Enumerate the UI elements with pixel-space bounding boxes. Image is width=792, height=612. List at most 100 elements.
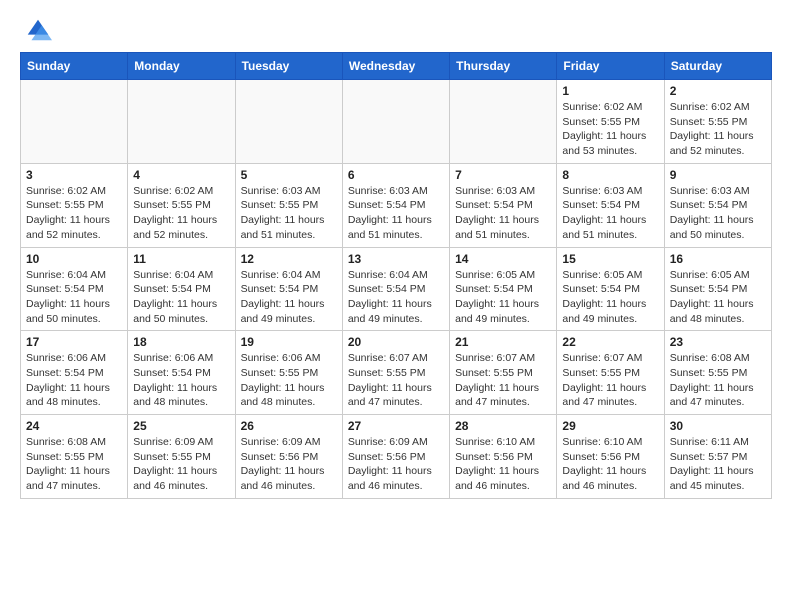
calendar-day-cell: 24 Sunrise: 6:08 AM Sunset: 5:55 PM Dayli… — [21, 415, 128, 499]
calendar-day-cell: 19 Sunrise: 6:06 AM Sunset: 5:55 PM Dayli… — [235, 331, 342, 415]
calendar-day-cell: 26Sunrise: 6:09 AM Sunset: 5:56 PM Dayli… — [235, 415, 342, 499]
day-info: Sunrise: 6:04 AM Sunset: 5:54 PM Dayligh… — [241, 268, 337, 327]
page: SundayMondayTuesdayWednesdayThursdayFrid… — [0, 0, 792, 515]
day-info: Sunrise: 6:03 AM Sunset: 5:55 PM Dayligh… — [241, 184, 337, 243]
day-info: Sunrise: 6:10 AM Sunset: 5:56 PM Dayligh… — [562, 435, 658, 494]
day-number: 17 — [26, 335, 122, 349]
calendar-week-row: 17 Sunrise: 6:06 AM Sunset: 5:54 PM Dayli… — [21, 331, 772, 415]
day-info: Sunrise: 6:11 AM Sunset: 5:57 PM Dayligh… — [670, 435, 766, 494]
day-info: Sunrise: 6:05 AM Sunset: 5:54 PM Dayligh… — [670, 268, 766, 327]
calendar-day-cell: 13 Sunrise: 6:04 AM Sunset: 5:54 PM Dayli… — [342, 247, 449, 331]
weekday-header: Thursday — [450, 53, 557, 80]
calendar-day-cell: 10 Sunrise: 6:04 AM Sunset: 5:54 PM Dayli… — [21, 247, 128, 331]
calendar-day-cell: 27 Sunrise: 6:09 AM Sunset: 5:56 PM Dayli… — [342, 415, 449, 499]
day-number: 28 — [455, 419, 551, 433]
calendar-day-cell: 25 Sunrise: 6:09 AM Sunset: 5:55 PM Dayli… — [128, 415, 235, 499]
logo — [20, 16, 52, 44]
day-number: 29 — [562, 419, 658, 433]
day-number: 1 — [562, 84, 658, 98]
calendar-day-cell: 1 Sunrise: 6:02 AM Sunset: 5:55 PM Daylig… — [557, 80, 664, 164]
day-number: 14 — [455, 252, 551, 266]
calendar-day-cell: 2Sunrise: 6:02 AM Sunset: 5:55 PM Daylig… — [664, 80, 771, 164]
day-number: 22 — [562, 335, 658, 349]
calendar-week-row: 24 Sunrise: 6:08 AM Sunset: 5:55 PM Dayli… — [21, 415, 772, 499]
day-info: Sunrise: 6:09 AM Sunset: 5:56 PM Dayligh… — [348, 435, 444, 494]
logo-icon — [24, 16, 52, 44]
day-info: Sunrise: 6:03 AM Sunset: 5:54 PM Dayligh… — [670, 184, 766, 243]
day-info: Sunrise: 6:05 AM Sunset: 5:54 PM Dayligh… — [562, 268, 658, 327]
calendar-day-cell — [128, 80, 235, 164]
calendar-week-row: 10 Sunrise: 6:04 AM Sunset: 5:54 PM Dayli… — [21, 247, 772, 331]
day-number: 27 — [348, 419, 444, 433]
calendar-day-cell: 11 Sunrise: 6:04 AM Sunset: 5:54 PM Dayli… — [128, 247, 235, 331]
calendar-week-row: 3 Sunrise: 6:02 AM Sunset: 5:55 PM Daylig… — [21, 163, 772, 247]
day-number: 24 — [26, 419, 122, 433]
calendar-day-cell: 14 Sunrise: 6:05 AM Sunset: 5:54 PM Dayli… — [450, 247, 557, 331]
day-info: Sunrise: 6:07 AM Sunset: 5:55 PM Dayligh… — [455, 351, 551, 410]
day-info: Sunrise: 6:07 AM Sunset: 5:55 PM Dayligh… — [348, 351, 444, 410]
day-info: Sunrise: 6:06 AM Sunset: 5:55 PM Dayligh… — [241, 351, 337, 410]
calendar-day-cell: 20 Sunrise: 6:07 AM Sunset: 5:55 PM Dayli… — [342, 331, 449, 415]
day-number: 10 — [26, 252, 122, 266]
calendar-day-cell — [342, 80, 449, 164]
day-number: 4 — [133, 168, 229, 182]
day-number: 3 — [26, 168, 122, 182]
calendar-day-cell: 23 Sunrise: 6:08 AM Sunset: 5:55 PM Dayli… — [664, 331, 771, 415]
day-number: 20 — [348, 335, 444, 349]
day-info: Sunrise: 6:02 AM Sunset: 5:55 PM Dayligh… — [26, 184, 122, 243]
day-info: Sunrise: 6:10 AM Sunset: 5:56 PM Dayligh… — [455, 435, 551, 494]
calendar-day-cell: 22 Sunrise: 6:07 AM Sunset: 5:55 PM Dayli… — [557, 331, 664, 415]
day-number: 11 — [133, 252, 229, 266]
day-info: Sunrise: 6:03 AM Sunset: 5:54 PM Dayligh… — [455, 184, 551, 243]
calendar-day-cell: 8 Sunrise: 6:03 AM Sunset: 5:54 PM Daylig… — [557, 163, 664, 247]
calendar-day-cell: 5 Sunrise: 6:03 AM Sunset: 5:55 PM Daylig… — [235, 163, 342, 247]
header — [20, 16, 772, 44]
calendar-day-cell: 6 Sunrise: 6:03 AM Sunset: 5:54 PM Daylig… — [342, 163, 449, 247]
calendar-day-cell: 4 Sunrise: 6:02 AM Sunset: 5:55 PM Daylig… — [128, 163, 235, 247]
calendar-day-cell: 12 Sunrise: 6:04 AM Sunset: 5:54 PM Dayli… — [235, 247, 342, 331]
day-info: Sunrise: 6:09 AM Sunset: 5:55 PM Dayligh… — [133, 435, 229, 494]
calendar-table: SundayMondayTuesdayWednesdayThursdayFrid… — [20, 52, 772, 499]
day-info: Sunrise: 6:07 AM Sunset: 5:55 PM Dayligh… — [562, 351, 658, 410]
day-number: 13 — [348, 252, 444, 266]
day-info: Sunrise: 6:04 AM Sunset: 5:54 PM Dayligh… — [348, 268, 444, 327]
day-info: Sunrise: 6:04 AM Sunset: 5:54 PM Dayligh… — [133, 268, 229, 327]
day-info: Sunrise: 6:06 AM Sunset: 5:54 PM Dayligh… — [26, 351, 122, 410]
calendar-day-cell: 21 Sunrise: 6:07 AM Sunset: 5:55 PM Dayli… — [450, 331, 557, 415]
day-number: 30 — [670, 419, 766, 433]
weekday-header: Tuesday — [235, 53, 342, 80]
day-info: Sunrise: 6:03 AM Sunset: 5:54 PM Dayligh… — [348, 184, 444, 243]
calendar-day-cell — [235, 80, 342, 164]
day-number: 23 — [670, 335, 766, 349]
day-number: 15 — [562, 252, 658, 266]
calendar-day-cell: 9Sunrise: 6:03 AM Sunset: 5:54 PM Daylig… — [664, 163, 771, 247]
day-number: 8 — [562, 168, 658, 182]
calendar-day-cell — [21, 80, 128, 164]
day-info: Sunrise: 6:02 AM Sunset: 5:55 PM Dayligh… — [562, 100, 658, 159]
day-info: Sunrise: 6:02 AM Sunset: 5:55 PM Dayligh… — [133, 184, 229, 243]
day-number: 2 — [670, 84, 766, 98]
calendar-day-cell: 17 Sunrise: 6:06 AM Sunset: 5:54 PM Dayli… — [21, 331, 128, 415]
day-number: 12 — [241, 252, 337, 266]
day-number: 19 — [241, 335, 337, 349]
day-number: 21 — [455, 335, 551, 349]
calendar-week-row: 1 Sunrise: 6:02 AM Sunset: 5:55 PM Daylig… — [21, 80, 772, 164]
day-number: 6 — [348, 168, 444, 182]
day-info: Sunrise: 6:03 AM Sunset: 5:54 PM Dayligh… — [562, 184, 658, 243]
day-number: 16 — [670, 252, 766, 266]
calendar-day-cell: 30 Sunrise: 6:11 AM Sunset: 5:57 PM Dayli… — [664, 415, 771, 499]
day-number: 25 — [133, 419, 229, 433]
weekday-header: Wednesday — [342, 53, 449, 80]
day-number: 5 — [241, 168, 337, 182]
calendar-day-cell: 28 Sunrise: 6:10 AM Sunset: 5:56 PM Dayli… — [450, 415, 557, 499]
day-number: 26 — [241, 419, 337, 433]
day-info: Sunrise: 6:04 AM Sunset: 5:54 PM Dayligh… — [26, 268, 122, 327]
calendar-day-cell: 15 Sunrise: 6:05 AM Sunset: 5:54 PM Dayli… — [557, 247, 664, 331]
day-info: Sunrise: 6:05 AM Sunset: 5:54 PM Dayligh… — [455, 268, 551, 327]
calendar-day-cell: 29 Sunrise: 6:10 AM Sunset: 5:56 PM Dayli… — [557, 415, 664, 499]
day-info: Sunrise: 6:08 AM Sunset: 5:55 PM Dayligh… — [670, 351, 766, 410]
calendar-day-cell: 7 Sunrise: 6:03 AM Sunset: 5:54 PM Daylig… — [450, 163, 557, 247]
day-number: 7 — [455, 168, 551, 182]
day-info: Sunrise: 6:08 AM Sunset: 5:55 PM Dayligh… — [26, 435, 122, 494]
calendar-day-cell: 18Sunrise: 6:06 AM Sunset: 5:54 PM Dayli… — [128, 331, 235, 415]
